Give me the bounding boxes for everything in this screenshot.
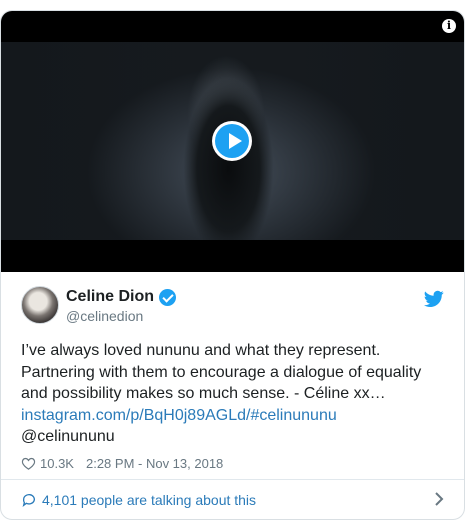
author-name-row[interactable]: Celine Dion — [66, 288, 177, 306]
tweet-meta: 10.3K 2:28 PM - Nov 13, 2018 — [21, 454, 444, 474]
play-button[interactable] — [212, 121, 252, 161]
tweet-timestamp[interactable]: 2:28 PM - Nov 13, 2018 — [86, 456, 223, 471]
embedded-tweet-card: i Celine Dion @celinedion I’ve always lo… — [0, 10, 465, 520]
tweet-header: Celine Dion @celinedion — [21, 272, 444, 326]
twitter-bird-icon[interactable] — [424, 290, 444, 308]
heart-icon[interactable] — [21, 456, 36, 471]
tweet-body: Celine Dion @celinedion I’ve always love… — [1, 272, 464, 474]
tweet-link[interactable]: instagram.com/p/BqH0j89AGLd/#celinununu — [21, 407, 337, 424]
conversation-link[interactable]: 4,101 people are talking about this — [1, 479, 464, 519]
conversation-count-text[interactable]: 4,101 people are talking about this — [42, 492, 256, 508]
tweet-text-main: I’ve always loved nununu and what they r… — [21, 342, 422, 402]
tweet-text: I’ve always loved nununu and what they r… — [21, 340, 449, 448]
verified-badge-icon — [159, 288, 177, 306]
author-handle[interactable]: @celinedion — [66, 308, 143, 324]
tweet-mention[interactable]: @celinununu — [21, 428, 115, 445]
info-icon[interactable]: i — [442, 19, 456, 33]
video-player[interactable]: i — [1, 11, 464, 272]
avatar[interactable] — [21, 286, 59, 324]
like-count[interactable]: 10.3K — [40, 456, 74, 471]
chevron-right-icon[interactable] — [434, 492, 444, 506]
speech-bubble-icon — [22, 493, 35, 507]
author-name[interactable]: Celine Dion — [66, 288, 154, 306]
